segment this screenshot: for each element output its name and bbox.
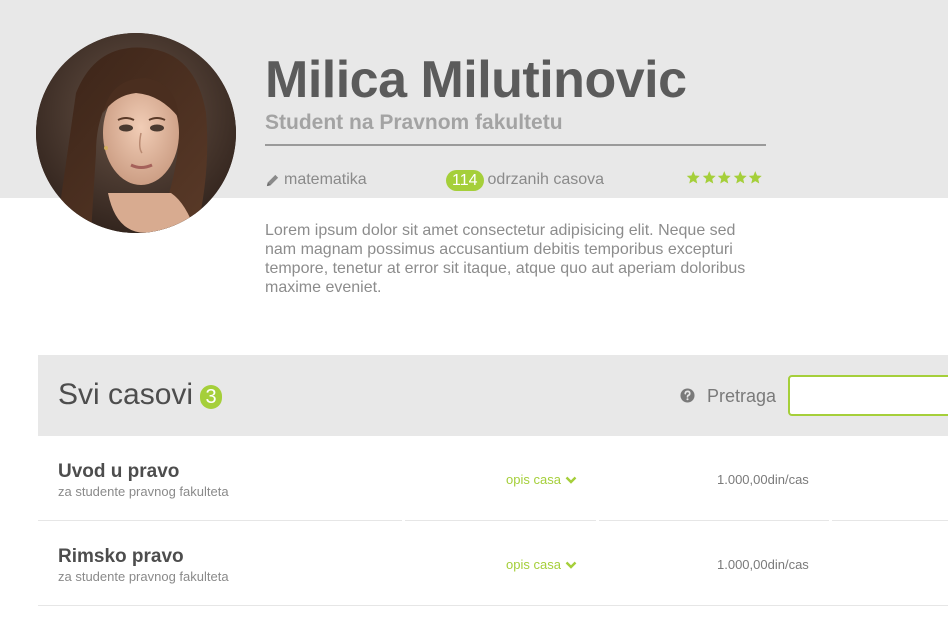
lesson-description-label: opis casa — [506, 557, 561, 572]
profile-name: Milica Milutinovic — [265, 51, 687, 109]
star-icon — [717, 171, 731, 184]
lessons-count-label: odrzanih casova — [487, 171, 605, 188]
profile-lessons-count: 114 odrzanih casova — [446, 169, 604, 191]
avatar — [36, 33, 236, 233]
question-circle-icon[interactable] — [680, 388, 695, 403]
star-icon — [702, 171, 716, 184]
lesson-description-toggle[interactable]: opis casa — [506, 557, 577, 573]
star-icon — [748, 171, 762, 184]
rating-stars — [686, 170, 763, 185]
avatar-portrait — [36, 33, 236, 233]
profile-subtitle: Student na Pravnom fakultetu — [265, 111, 563, 134]
lesson-description-label: opis casa — [506, 472, 561, 487]
search-label: Pretraga — [707, 386, 777, 406]
profile-bio: Lorem ipsum dolor sit amet consectetur a… — [265, 222, 746, 296]
profile-subject: matematika — [265, 170, 367, 190]
lesson-subtitle: za studente pravnog fakulteta — [58, 484, 229, 499]
lessons-count-badge: 114 — [446, 169, 484, 191]
lesson-subtitle: za studente pravnog fakulteta — [58, 569, 229, 584]
lessons-header: Svi casovi 3 Pretraga — [38, 355, 948, 436]
row-divider — [38, 605, 948, 606]
pencil-icon — [266, 174, 279, 186]
lesson-title: Rimsko pravo — [58, 546, 184, 567]
lesson-price: 1.000,00din/cas — [717, 472, 809, 487]
header-divider — [265, 144, 766, 146]
lesson-title: Uvod u pravo — [58, 461, 180, 482]
star-icon — [686, 171, 700, 184]
lesson-price: 1.000,00din/cas — [717, 557, 809, 572]
chevron-down-icon — [565, 476, 577, 484]
profile-subject-label: matematika — [284, 171, 367, 188]
lessons-title-text: Svi casovi — [58, 378, 194, 411]
lesson-row: Rimsko pravo za studente pravnog fakulte… — [38, 521, 948, 606]
lessons-title: Svi casovi 3 — [58, 377, 223, 413]
chevron-down-icon — [565, 561, 577, 569]
search-input[interactable] — [788, 375, 948, 416]
profile-page: Milica Milutinovic Student na Pravnom fa… — [0, 0, 948, 618]
lessons-count-badge-header: 3 — [200, 385, 223, 409]
lesson-row: Uvod u pravo za studente pravnog fakulte… — [38, 436, 948, 521]
star-icon — [733, 171, 747, 184]
lesson-description-toggle[interactable]: opis casa — [506, 472, 577, 488]
